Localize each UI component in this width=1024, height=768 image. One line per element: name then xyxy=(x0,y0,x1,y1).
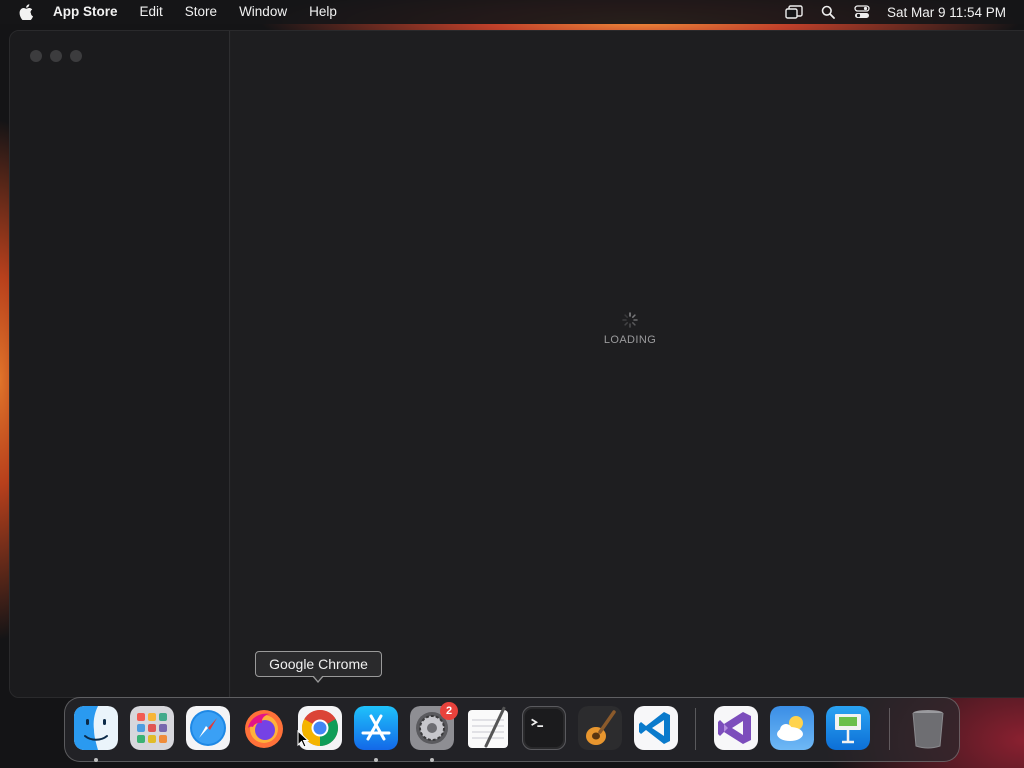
menu-help[interactable]: Help xyxy=(298,0,348,24)
dock-tooltip: Google Chrome xyxy=(255,651,382,677)
app-store-window xyxy=(9,30,1024,698)
apple-menu-icon[interactable] xyxy=(6,4,46,20)
loading-indicator: LOADING xyxy=(590,312,670,346)
menu-edit[interactable]: Edit xyxy=(129,0,174,24)
vscode-icon[interactable] xyxy=(634,706,678,750)
system-preferences-badge: 2 xyxy=(440,702,458,720)
finder-icon[interactable] xyxy=(74,706,118,750)
textedit-icon[interactable] xyxy=(466,706,510,750)
menu-bar: App Store Edit Store Window Help Sat Mar xyxy=(0,0,1024,24)
window-controls xyxy=(30,50,82,62)
safari-icon[interactable] xyxy=(186,706,230,750)
menu-window[interactable]: Window xyxy=(228,0,298,24)
weather-icon[interactable] xyxy=(770,706,814,750)
visual-studio-icon[interactable] xyxy=(714,706,758,750)
window-content xyxy=(231,31,1024,697)
zoom-window-button[interactable] xyxy=(70,50,82,62)
launchpad-icon[interactable] xyxy=(130,706,174,750)
loading-label: LOADING xyxy=(603,334,657,346)
screen-mirroring-icon[interactable] xyxy=(777,0,811,24)
terminal-icon[interactable] xyxy=(522,706,566,750)
mouse-cursor-icon xyxy=(297,730,309,748)
spinner-icon xyxy=(622,312,638,328)
dock-separator xyxy=(695,708,696,750)
system-preferences-running-dot xyxy=(430,758,434,762)
menu-clock[interactable]: Sat Mar 9 11:54 PM xyxy=(879,5,1024,20)
close-window-button[interactable] xyxy=(30,50,42,62)
firefox-icon[interactable] xyxy=(242,706,286,750)
garageband-icon[interactable] xyxy=(578,706,622,750)
trash-icon[interactable] xyxy=(906,706,950,750)
finder-running-dot xyxy=(94,758,98,762)
dock-separator-trash xyxy=(889,708,890,750)
app-store-icon[interactable] xyxy=(354,706,398,750)
menu-app-name[interactable]: App Store xyxy=(46,0,129,24)
keynote-icon[interactable] xyxy=(826,706,870,750)
window-sidebar xyxy=(10,31,230,697)
control-center-icon[interactable] xyxy=(845,0,879,24)
spotlight-search-icon[interactable] xyxy=(811,0,845,24)
menu-store[interactable]: Store xyxy=(174,0,228,24)
tooltip-arrow xyxy=(312,675,324,683)
minimize-window-button[interactable] xyxy=(50,50,62,62)
menu-extras: Sat Mar 9 11:54 PM xyxy=(777,0,1024,24)
dock xyxy=(64,697,960,762)
app-store-running-dot xyxy=(374,758,378,762)
